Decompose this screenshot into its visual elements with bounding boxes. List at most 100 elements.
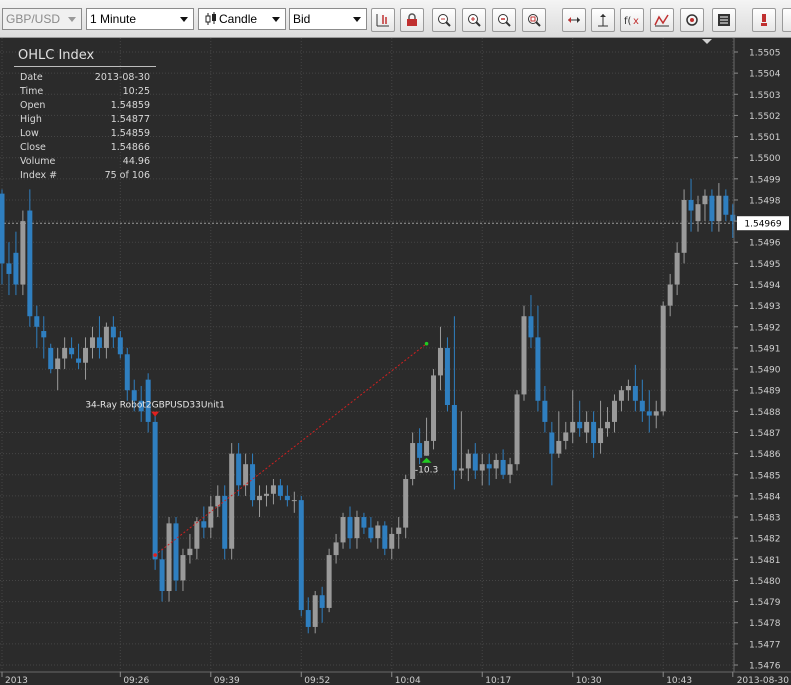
y-tick-label: 1.5501 bbox=[749, 133, 781, 143]
candle-body bbox=[69, 347, 75, 355]
y-tick-label: 1.5505 bbox=[749, 49, 781, 59]
legend-button[interactable] bbox=[712, 8, 736, 32]
trade-label: 34-Ray Robot2GBPUSD33Unit1 bbox=[85, 401, 225, 411]
function-button[interactable]: f(x bbox=[620, 8, 644, 32]
candle-body bbox=[76, 358, 82, 363]
candle-body bbox=[326, 555, 332, 608]
symbol-select[interactable]: GBP/USD bbox=[2, 8, 82, 30]
candle-body bbox=[208, 506, 214, 528]
candle-body bbox=[347, 517, 353, 539]
y-tick-label: 1.5499 bbox=[749, 175, 781, 185]
settings-icon bbox=[686, 14, 698, 26]
ohlc-row: Index # 75 of 106 bbox=[14, 169, 156, 183]
candle-body bbox=[674, 252, 680, 285]
zoom-out-button[interactable] bbox=[492, 8, 516, 32]
candle-body bbox=[201, 521, 207, 528]
settings-button[interactable] bbox=[680, 8, 704, 32]
candle-body bbox=[528, 316, 534, 338]
x-tick-label: 09:39 bbox=[214, 676, 240, 685]
candle-body bbox=[535, 337, 541, 401]
zoom-in-button[interactable] bbox=[462, 8, 486, 32]
zoom-in-icon bbox=[468, 14, 481, 27]
candle-body bbox=[653, 411, 659, 416]
trade-result-label: -10.3 bbox=[415, 466, 438, 476]
candle-body bbox=[298, 500, 304, 611]
y-tick-label: 1.5482 bbox=[749, 535, 781, 545]
candle-body bbox=[159, 559, 165, 592]
candle-body bbox=[319, 595, 325, 608]
ohlc-row-value: 1.54877 bbox=[110, 114, 150, 125]
y-tick-label: 1.5478 bbox=[749, 619, 781, 629]
x-tick-label: 10:04 bbox=[395, 676, 421, 685]
candle-body bbox=[173, 523, 179, 581]
zoom-out-icon bbox=[498, 14, 511, 27]
ohlc-row-label: High bbox=[20, 114, 42, 125]
candle-body bbox=[333, 542, 339, 556]
chevron-down-icon bbox=[63, 9, 81, 29]
candle-body bbox=[479, 464, 485, 471]
candle-body bbox=[110, 326, 116, 338]
crosshair-button[interactable] bbox=[371, 8, 395, 32]
zoom-reset-icon bbox=[528, 14, 541, 27]
ohlc-panel-title: OHLC Index bbox=[14, 48, 156, 67]
y-tick-label: 1.5492 bbox=[749, 323, 781, 333]
y-tick-label: 1.5487 bbox=[749, 429, 781, 439]
ohlc-row: Open 1.54859 bbox=[14, 99, 156, 113]
svg-text:x: x bbox=[633, 16, 639, 27]
ohlc-row-label: Close bbox=[20, 142, 46, 153]
x-tick-label: 09:52 bbox=[304, 676, 330, 685]
function-icon: f(x bbox=[624, 16, 639, 27]
ohlc-row-label: Volume bbox=[20, 156, 56, 167]
candle-body bbox=[62, 347, 68, 359]
lock-icon bbox=[407, 13, 417, 26]
toolbar-overflow-button[interactable] bbox=[782, 8, 791, 32]
y-tick-label: 1.5477 bbox=[749, 640, 781, 650]
candle-body bbox=[465, 453, 471, 469]
candle-body bbox=[131, 390, 137, 401]
candle-body bbox=[451, 405, 457, 471]
trade-entry-dot bbox=[153, 553, 157, 557]
ohlc-row-value: 1.54859 bbox=[110, 128, 150, 139]
zoom-reset-button[interactable] bbox=[522, 8, 546, 32]
candle-body bbox=[618, 390, 624, 401]
candle-body bbox=[639, 400, 645, 412]
candle-body bbox=[27, 210, 33, 317]
ohlc-row: High 1.54877 bbox=[14, 113, 156, 127]
candle-body bbox=[437, 347, 443, 376]
candle-body bbox=[660, 305, 666, 412]
price-side-select[interactable]: Bid bbox=[289, 8, 367, 30]
y-tick-label: 1.5485 bbox=[749, 471, 781, 481]
candle-body bbox=[688, 199, 694, 211]
candle-body bbox=[709, 195, 715, 222]
last-price-label: 1.54969 bbox=[744, 220, 781, 230]
chart-style-select[interactable]: Candle bbox=[198, 8, 286, 30]
zoom-fit-icon bbox=[438, 14, 451, 27]
ohlc-row: Volume 44.96 bbox=[14, 155, 156, 169]
candle-body bbox=[194, 521, 200, 549]
indicator-button[interactable] bbox=[650, 8, 674, 32]
alert-button[interactable] bbox=[752, 8, 776, 32]
candle-body bbox=[646, 411, 652, 416]
indicator-icon bbox=[654, 14, 669, 27]
trade-exit-dot bbox=[424, 341, 429, 346]
ohlc-row: Low 1.54859 bbox=[14, 127, 156, 141]
interval-select[interactable]: 1 Minute bbox=[86, 8, 194, 30]
candle-body bbox=[375, 525, 381, 539]
scroll-horizontal-button[interactable] bbox=[562, 8, 586, 32]
candle-body bbox=[312, 595, 318, 627]
chevron-down-icon bbox=[267, 9, 285, 29]
x-tick-label: 10:43 bbox=[666, 676, 692, 685]
scroll-vertical-button[interactable] bbox=[591, 8, 615, 32]
candle-body bbox=[716, 195, 722, 222]
zoom-fit-button[interactable] bbox=[432, 8, 456, 32]
candle-body bbox=[695, 204, 701, 222]
scroll-vertical-icon bbox=[598, 14, 608, 27]
x-tick-label: 2013 bbox=[5, 676, 28, 685]
candle-body bbox=[563, 432, 569, 441]
ohlc-row-label: Low bbox=[20, 128, 39, 139]
y-tick-label: 1.5498 bbox=[749, 196, 781, 206]
lock-button[interactable] bbox=[400, 8, 424, 32]
candle-body bbox=[472, 453, 478, 471]
chart-style-select-value: Candle bbox=[219, 12, 258, 26]
ohlc-index-panel: OHLC Index Date 2013-08-30 Time 10:25 Open 1.… bbox=[14, 48, 156, 183]
